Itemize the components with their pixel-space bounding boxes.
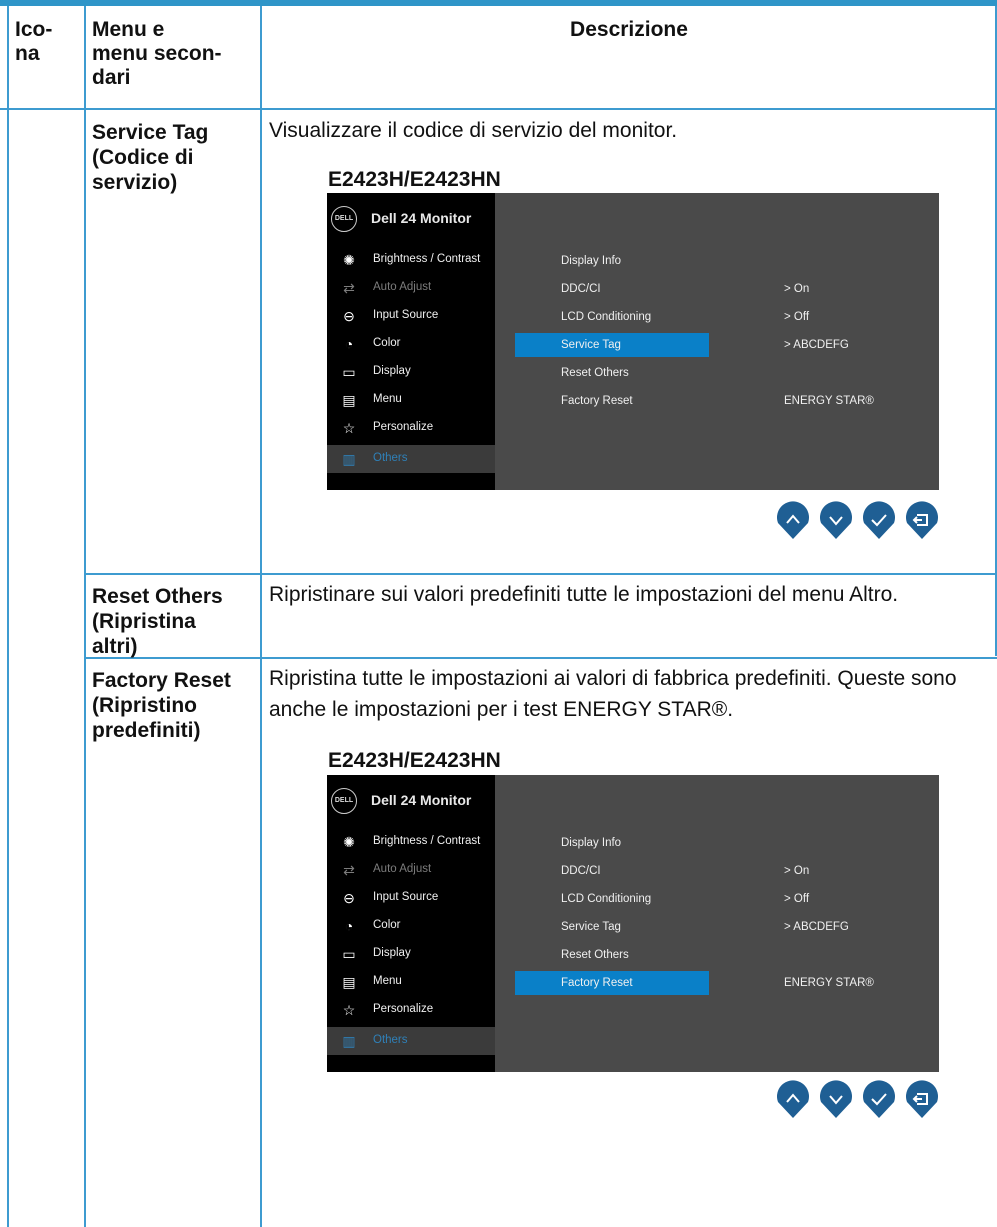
table-top-border	[0, 0, 997, 6]
back-button[interactable]	[904, 1080, 940, 1120]
osd-value-ddc-ci: > On	[784, 283, 810, 295]
osd-menu-menu[interactable]: ▤ Menu	[327, 386, 495, 414]
ok-button[interactable]	[861, 501, 897, 541]
color-icon: ◔	[344, 336, 354, 352]
osd-sub-factory-reset[interactable]: Factory Reset	[515, 971, 709, 995]
osd-sub-ddc-ci[interactable]: DDC/CI	[515, 277, 709, 301]
brightness-icon: ✺	[343, 834, 355, 850]
row-service-tag-description: Visualizzare il codice di servizio del m…	[269, 119, 678, 142]
row-service-tag-menu: Service Tag (Codice di servizio)	[92, 121, 209, 194]
osd-sub-service-tag[interactable]: Service Tag	[515, 915, 709, 939]
osd-menu-input-source[interactable]: ⊖ Input Source	[327, 302, 495, 330]
osd-menu-menu[interactable]: ▤ Menu	[327, 968, 495, 996]
down-button[interactable]	[818, 1080, 854, 1120]
osd-value-service-tag: > ABCDEFG	[784, 921, 849, 933]
osd-sub-reset-others[interactable]: Reset Others	[515, 361, 709, 385]
osd-menu-color[interactable]: ◔ Color	[327, 912, 495, 940]
osd-sub-lcd-conditioning[interactable]: LCD Conditioning	[515, 887, 709, 911]
column-divider-1	[84, 6, 86, 1227]
osd-menu-auto-adjust[interactable]: ⇄ Auto Adjust	[327, 856, 495, 884]
osd-sub-ddc-ci[interactable]: DDC/CI	[515, 859, 709, 883]
osd-menu-auto-adjust[interactable]: ⇄ Auto Adjust	[327, 274, 495, 302]
back-button[interactable]	[904, 501, 940, 541]
osd-sub-display-info[interactable]: Display Info	[515, 831, 709, 855]
star-icon: ☆	[342, 420, 356, 436]
others-icon: ▥	[342, 1033, 356, 1049]
ok-button[interactable]	[861, 1080, 897, 1120]
osd-value-energy-star: ENERGY STAR®	[784, 395, 874, 407]
star-icon: ☆	[342, 1002, 356, 1018]
osd-value-ddc-ci: > On	[784, 865, 810, 877]
osd-screenshot-service-tag: DELL Dell 24 Monitor ✺ Brightness / Contr…	[327, 193, 939, 490]
osd-button-row-2	[775, 1080, 941, 1120]
osd-menu-personalize[interactable]: ☆ Personalize	[327, 414, 495, 442]
auto-adjust-icon: ⇄	[343, 862, 355, 878]
osd-model-label-2: E2423H/E2423HN	[328, 749, 501, 772]
dell-logo: DELL	[331, 206, 357, 232]
input-source-icon: ⊖	[343, 890, 355, 906]
row-divider-1	[86, 573, 997, 575]
osd-menu-brightness[interactable]: ✺ Brightness / Contrast	[327, 246, 495, 274]
osd-screenshot-factory-reset: DELL Dell 24 Monitor ✺ Brightness / Contr…	[327, 775, 939, 1072]
osd-menu-color[interactable]: ◔ Color	[327, 330, 495, 358]
osd-value-lcd-conditioning: > Off	[784, 311, 810, 323]
osd-sub-factory-reset[interactable]: Factory Reset	[515, 389, 709, 413]
down-button[interactable]	[818, 501, 854, 541]
display-icon: ▭	[342, 946, 356, 962]
row-factory-reset-description: Ripristina tutte le impostazioni ai valo…	[269, 667, 957, 721]
row-reset-others-description: Ripristinare sui valori predefiniti tutt…	[269, 583, 899, 606]
menu-icon: ▤	[342, 974, 356, 990]
osd-menu-personalize[interactable]: ☆ Personalize	[327, 996, 495, 1024]
input-source-icon: ⊖	[343, 308, 355, 324]
brightness-icon: ✺	[343, 252, 355, 268]
header-icon-column: Ico- na	[15, 18, 53, 65]
osd-brand: DELL Dell 24 Monitor	[331, 206, 491, 232]
menu-icon: ▤	[342, 392, 356, 408]
osd-menu-brightness[interactable]: ✺ Brightness / Contrast	[327, 828, 495, 856]
osd-value-service-tag: > ABCDEFG	[784, 339, 849, 351]
osd-brand: DELL Dell 24 Monitor	[331, 788, 491, 814]
osd-menu-others[interactable]: ▥ Others	[327, 1027, 495, 1055]
color-icon: ◔	[344, 918, 354, 934]
row-reset-others-menu: Reset Others (Ripristina altri)	[92, 585, 223, 658]
osd-value-energy-star: ENERGY STAR®	[784, 977, 874, 989]
auto-adjust-icon: ⇄	[343, 280, 355, 296]
header-menu-column: Menu e menu secon- dari	[92, 18, 222, 89]
column-divider-2	[260, 6, 262, 1227]
osd-sub-display-info[interactable]: Display Info	[515, 249, 709, 273]
osd-menu-display[interactable]: ▭ Display	[327, 940, 495, 968]
osd-menu-input-source[interactable]: ⊖ Input Source	[327, 884, 495, 912]
dell-logo: DELL	[331, 788, 357, 814]
display-icon: ▭	[342, 364, 356, 380]
up-button[interactable]	[775, 1080, 811, 1120]
osd-menu-display[interactable]: ▭ Display	[327, 358, 495, 386]
others-icon: ▥	[342, 451, 356, 467]
osd-button-row-1	[775, 501, 941, 541]
osd-sub-lcd-conditioning[interactable]: LCD Conditioning	[515, 305, 709, 329]
osd-menu-others[interactable]: ▥ Others	[327, 445, 495, 473]
osd-title: Dell 24 Monitor	[371, 210, 472, 226]
row-factory-reset-menu: Factory Reset (Ripristino predefiniti)	[92, 669, 231, 742]
header-description-column: Descrizione	[570, 18, 688, 41]
osd-value-lcd-conditioning: > Off	[784, 893, 810, 905]
up-button[interactable]	[775, 501, 811, 541]
osd-model-label-1: E2423H/E2423HN	[328, 168, 501, 191]
osd-sub-service-tag[interactable]: Service Tag	[515, 333, 709, 357]
osd-title: Dell 24 Monitor	[371, 792, 472, 808]
table-left-border	[7, 6, 9, 1227]
osd-sub-reset-others[interactable]: Reset Others	[515, 943, 709, 967]
header-bottom-border	[0, 108, 997, 110]
